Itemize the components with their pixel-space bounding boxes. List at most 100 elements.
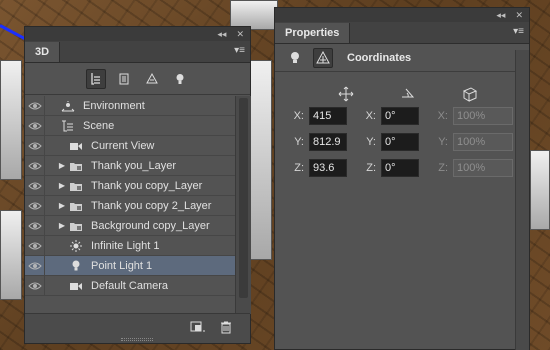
- collapse-button[interactable]: ◂◂: [217, 27, 226, 41]
- scene-wall: [0, 60, 22, 180]
- visibility-eye-icon[interactable]: [25, 215, 45, 236]
- visibility-eye-icon[interactable]: [25, 195, 45, 216]
- expand-arrow-icon[interactable]: ▶: [57, 221, 67, 230]
- position-input[interactable]: 93.6: [309, 159, 347, 177]
- coordinate-row: X: 415 X: 0° X: 100%: [275, 104, 513, 128]
- layer-row[interactable]: ▶ Thank you_Layer: [25, 155, 235, 176]
- position-input[interactable]: 812.9: [309, 133, 347, 151]
- layer-name: Current View: [91, 139, 155, 152]
- move-icon: [315, 86, 377, 102]
- infinite-light-icon: [67, 239, 85, 253]
- tab-bar: Properties ▾≡: [275, 22, 529, 44]
- tab-bar: 3D ▾≡: [25, 41, 250, 63]
- mesh-icon: [67, 199, 85, 213]
- coordinate-column-icons: [315, 86, 501, 102]
- visibility-eye-icon[interactable]: [25, 255, 45, 276]
- tab-properties[interactable]: Properties: [275, 23, 351, 43]
- layer-name: Background copy_Layer: [91, 219, 210, 232]
- position-input[interactable]: 415: [309, 107, 347, 125]
- coordinate-row: Z: 93.6 Z: 0° Z: 100%: [275, 156, 513, 180]
- scale-input: 100%: [453, 133, 513, 151]
- layer-row[interactable]: ▶ Background copy_Layer: [25, 215, 235, 236]
- layer-scrollbar[interactable]: [235, 96, 251, 314]
- coordinates-grid: X: 415 X: 0° X: 100% Y: 812.9 Y: 0° Y: 100% Z: 93.6 Z:…: [275, 104, 513, 182]
- layer-name: Point Light 1: [91, 259, 153, 272]
- layer-row[interactable]: Default Camera: [25, 275, 235, 296]
- rotation-axis-label: X:: [365, 110, 376, 122]
- mesh-icon: [67, 219, 85, 233]
- rotate-icon: [377, 86, 439, 102]
- position-axis-label: Z:: [294, 162, 304, 174]
- scrollbar-thumb[interactable]: [239, 98, 248, 298]
- scale-axis-label: X:: [437, 110, 448, 122]
- panel-topbar: ◂◂ ✕: [275, 8, 529, 22]
- expand-arrow-icon[interactable]: ▶: [57, 181, 67, 190]
- resize-grip[interactable]: [121, 338, 153, 341]
- new-light-icon[interactable]: [190, 320, 206, 337]
- tab-3d[interactable]: 3D: [25, 42, 61, 62]
- scale-input: 100%: [453, 107, 513, 125]
- expand-arrow-icon[interactable]: ▶: [57, 201, 67, 210]
- rotation-axis-label: Y:: [366, 136, 376, 148]
- rotation-axis-label: Z:: [366, 162, 376, 174]
- scale-input: 100%: [453, 159, 513, 177]
- layer-name: Thank you_Layer: [91, 159, 176, 172]
- 3d-panel: ◂◂ ✕ 3D ▾≡ Environment Scene Current View ▶…: [24, 26, 251, 344]
- scale-axis-label: Z:: [438, 162, 448, 174]
- camera-icon: [67, 279, 85, 293]
- panel-menu-icon[interactable]: ▾≡: [234, 45, 245, 56]
- layer-row[interactable]: Current View: [25, 135, 235, 156]
- scene-icon: [59, 119, 77, 133]
- layer-row[interactable]: ▶ Thank you copy 2_Layer: [25, 195, 235, 216]
- visibility-eye-icon[interactable]: [25, 95, 45, 116]
- lights-filter-icon[interactable]: [170, 69, 190, 89]
- layer-row[interactable]: Environment: [25, 95, 235, 116]
- rotation-input[interactable]: 0°: [381, 107, 419, 125]
- properties-header: Coordinates: [275, 44, 529, 72]
- materials-filter-icon[interactable]: [142, 69, 162, 89]
- layer-name: Thank you copy_Layer: [91, 179, 203, 192]
- expand-arrow-icon[interactable]: ▶: [57, 161, 67, 170]
- section-title: Coordinates: [347, 51, 412, 64]
- visibility-eye-icon[interactable]: [25, 235, 45, 256]
- layer-name: Scene: [83, 119, 115, 132]
- scale-icon: [439, 86, 501, 102]
- scene-wall: [530, 150, 550, 230]
- collapse-button[interactable]: ◂◂: [496, 8, 505, 22]
- layer-name: Default Camera: [91, 279, 169, 292]
- properties-scrollbar[interactable]: [515, 50, 529, 350]
- visibility-eye-icon[interactable]: [25, 155, 45, 176]
- filter-toolbar: [25, 63, 250, 95]
- layer-name: Thank you copy 2_Layer: [91, 199, 212, 212]
- mesh-icon: [67, 179, 85, 193]
- scale-axis-label: Y:: [438, 136, 448, 148]
- visibility-eye-icon[interactable]: [25, 115, 45, 136]
- layer-name: Environment: [83, 99, 145, 112]
- environment-icon: [59, 99, 77, 113]
- camera-icon: [67, 139, 85, 153]
- rotation-input[interactable]: 0°: [381, 133, 419, 151]
- close-button[interactable]: ✕: [515, 8, 523, 22]
- scene-wall: [250, 60, 272, 260]
- meshes-filter-icon[interactable]: [114, 69, 134, 89]
- point-light-icon: [67, 259, 85, 273]
- visibility-eye-icon[interactable]: [25, 175, 45, 196]
- delete-icon[interactable]: [220, 321, 232, 337]
- layer-list: Environment Scene Current View ▶ Thank you_L…: [25, 95, 235, 296]
- visibility-eye-icon[interactable]: [25, 275, 45, 296]
- visibility-eye-icon[interactable]: [25, 135, 45, 156]
- scene-filter-icon[interactable]: [85, 68, 106, 89]
- scene-wall: [0, 210, 22, 300]
- rotation-input[interactable]: 0°: [381, 159, 419, 177]
- properties-panel: ◂◂ ✕ Properties ▾≡ Coordinates X: 415 X: 0°…: [274, 7, 530, 350]
- layer-row[interactable]: Point Light 1: [25, 255, 235, 276]
- position-axis-label: X:: [293, 110, 304, 122]
- coordinate-row: Y: 812.9 Y: 0° Y: 100%: [275, 130, 513, 154]
- layer-row[interactable]: ▶ Thank you copy_Layer: [25, 175, 235, 196]
- close-button[interactable]: ✕: [236, 27, 244, 41]
- panel-menu-icon[interactable]: ▾≡: [513, 26, 524, 37]
- coordinates-icon[interactable]: [313, 47, 333, 68]
- layer-row[interactable]: Infinite Light 1: [25, 235, 235, 256]
- light-properties-icon[interactable]: [285, 48, 305, 68]
- layer-row[interactable]: Scene: [25, 115, 235, 136]
